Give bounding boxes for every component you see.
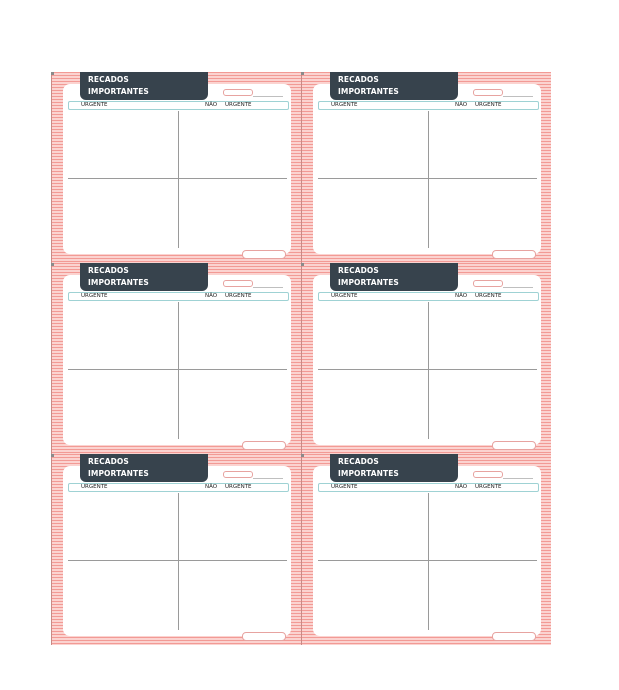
card-panel: RECADOS IMPORTANTES URGENTE NÃO URGENTE xyxy=(313,454,541,641)
matrix-horizontal-divider xyxy=(318,369,537,370)
card-header: RECADOS IMPORTANTES xyxy=(80,454,208,482)
urgency-bar: URGENTE NÃO URGENTE xyxy=(318,483,539,492)
matrix-vertical-divider xyxy=(428,302,429,439)
date-line xyxy=(503,478,533,479)
note-card-1: RECADOS IMPORTANTES URGENTE NÃO URGENTE xyxy=(51,72,301,263)
footer-box xyxy=(492,632,536,641)
urgency-bar: URGENTE NÃO URGENTE xyxy=(68,292,289,301)
card-title-line1: RECADOS xyxy=(88,266,129,275)
footer-box xyxy=(492,441,536,450)
note-card-6: RECADOS IMPORTANTES URGENTE NÃO URGENTE xyxy=(301,454,551,645)
urgent-label: URGENTE xyxy=(331,484,358,490)
corner-mark xyxy=(51,263,54,266)
urgent-label: URGENTE xyxy=(81,102,108,108)
corner-mark xyxy=(301,454,304,457)
footer-box xyxy=(242,441,286,450)
card-title-line2: IMPORTANTES xyxy=(88,278,149,287)
urgency-bar: URGENTE NÃO URGENTE xyxy=(318,292,539,301)
not-urgent-label: URGENTE xyxy=(475,102,502,108)
card-header: RECADOS IMPORTANTES xyxy=(330,72,458,100)
date-box xyxy=(473,280,503,287)
not-label: NÃO xyxy=(455,102,468,108)
matrix-vertical-divider xyxy=(178,111,179,248)
note-card-4: RECADOS IMPORTANTES URGENTE NÃO URGENTE xyxy=(301,263,551,454)
note-card-3: RECADOS IMPORTANTES URGENTE NÃO URGENTE xyxy=(51,263,301,454)
not-urgent-label: URGENTE xyxy=(225,293,252,299)
card-title-line1: RECADOS xyxy=(338,457,379,466)
card-header: RECADOS IMPORTANTES xyxy=(330,454,458,482)
matrix-horizontal-divider xyxy=(68,369,287,370)
card-panel: RECADOS IMPORTANTES URGENTE NÃO URGENTE xyxy=(313,72,541,259)
note-card-2: RECADOS IMPORTANTES URGENTE NÃO URGENTE xyxy=(301,72,551,263)
urgent-label: URGENTE xyxy=(331,102,358,108)
date-line xyxy=(253,96,283,97)
card-title-line2: IMPORTANTES xyxy=(338,278,399,287)
date-line xyxy=(253,478,283,479)
card-panel: RECADOS IMPORTANTES URGENTE NÃO URGENTE xyxy=(63,72,291,259)
card-title-line2: IMPORTANTES xyxy=(88,469,149,478)
corner-mark xyxy=(51,454,54,457)
card-title-line1: RECADOS xyxy=(338,75,379,84)
card-title-line2: IMPORTANTES xyxy=(88,87,149,96)
urgent-label: URGENTE xyxy=(81,293,108,299)
not-label: NÃO xyxy=(205,102,218,108)
urgent-label: URGENTE xyxy=(331,293,358,299)
not-urgent-label: URGENTE xyxy=(225,484,252,490)
note-card-5: RECADOS IMPORTANTES URGENTE NÃO URGENTE xyxy=(51,454,301,645)
corner-mark xyxy=(301,263,304,266)
matrix-vertical-divider xyxy=(178,493,179,630)
date-box xyxy=(223,280,253,287)
not-label: NÃO xyxy=(455,484,468,490)
card-header: RECADOS IMPORTANTES xyxy=(80,72,208,100)
card-header: RECADOS IMPORTANTES xyxy=(330,263,458,291)
matrix-horizontal-divider xyxy=(68,560,287,561)
date-box xyxy=(223,89,253,96)
not-urgent-label: URGENTE xyxy=(475,484,502,490)
footer-box xyxy=(242,250,286,259)
matrix-vertical-divider xyxy=(428,493,429,630)
card-title-line1: RECADOS xyxy=(338,266,379,275)
not-label: NÃO xyxy=(205,484,218,490)
printable-sheet: RECADOS IMPORTANTES URGENTE NÃO URGENTE … xyxy=(51,72,551,645)
not-urgent-label: URGENTE xyxy=(475,293,502,299)
matrix-vertical-divider xyxy=(428,111,429,248)
card-title-line2: IMPORTANTES xyxy=(338,87,399,96)
matrix-horizontal-divider xyxy=(318,560,537,561)
card-panel: RECADOS IMPORTANTES URGENTE NÃO URGENTE xyxy=(63,263,291,450)
card-title-line1: RECADOS xyxy=(88,457,129,466)
urgency-bar: URGENTE NÃO URGENTE xyxy=(318,101,539,110)
date-box xyxy=(473,89,503,96)
matrix-vertical-divider xyxy=(178,302,179,439)
date-box xyxy=(223,471,253,478)
date-box xyxy=(473,471,503,478)
card-panel: RECADOS IMPORTANTES URGENTE NÃO URGENTE xyxy=(313,263,541,450)
not-urgent-label: URGENTE xyxy=(225,102,252,108)
footer-box xyxy=(492,250,536,259)
card-header: RECADOS IMPORTANTES xyxy=(80,263,208,291)
matrix-horizontal-divider xyxy=(318,178,537,179)
urgency-bar: URGENTE NÃO URGENTE xyxy=(68,101,289,110)
card-title-line2: IMPORTANTES xyxy=(338,469,399,478)
urgency-bar: URGENTE NÃO URGENTE xyxy=(68,483,289,492)
date-line xyxy=(503,96,533,97)
card-title-line1: RECADOS xyxy=(88,75,129,84)
corner-mark xyxy=(301,72,304,75)
date-line xyxy=(253,287,283,288)
card-panel: RECADOS IMPORTANTES URGENTE NÃO URGENTE xyxy=(63,454,291,641)
urgent-label: URGENTE xyxy=(81,484,108,490)
not-label: NÃO xyxy=(205,293,218,299)
footer-box xyxy=(242,632,286,641)
matrix-horizontal-divider xyxy=(68,178,287,179)
corner-mark xyxy=(51,72,54,75)
date-line xyxy=(503,287,533,288)
not-label: NÃO xyxy=(455,293,468,299)
